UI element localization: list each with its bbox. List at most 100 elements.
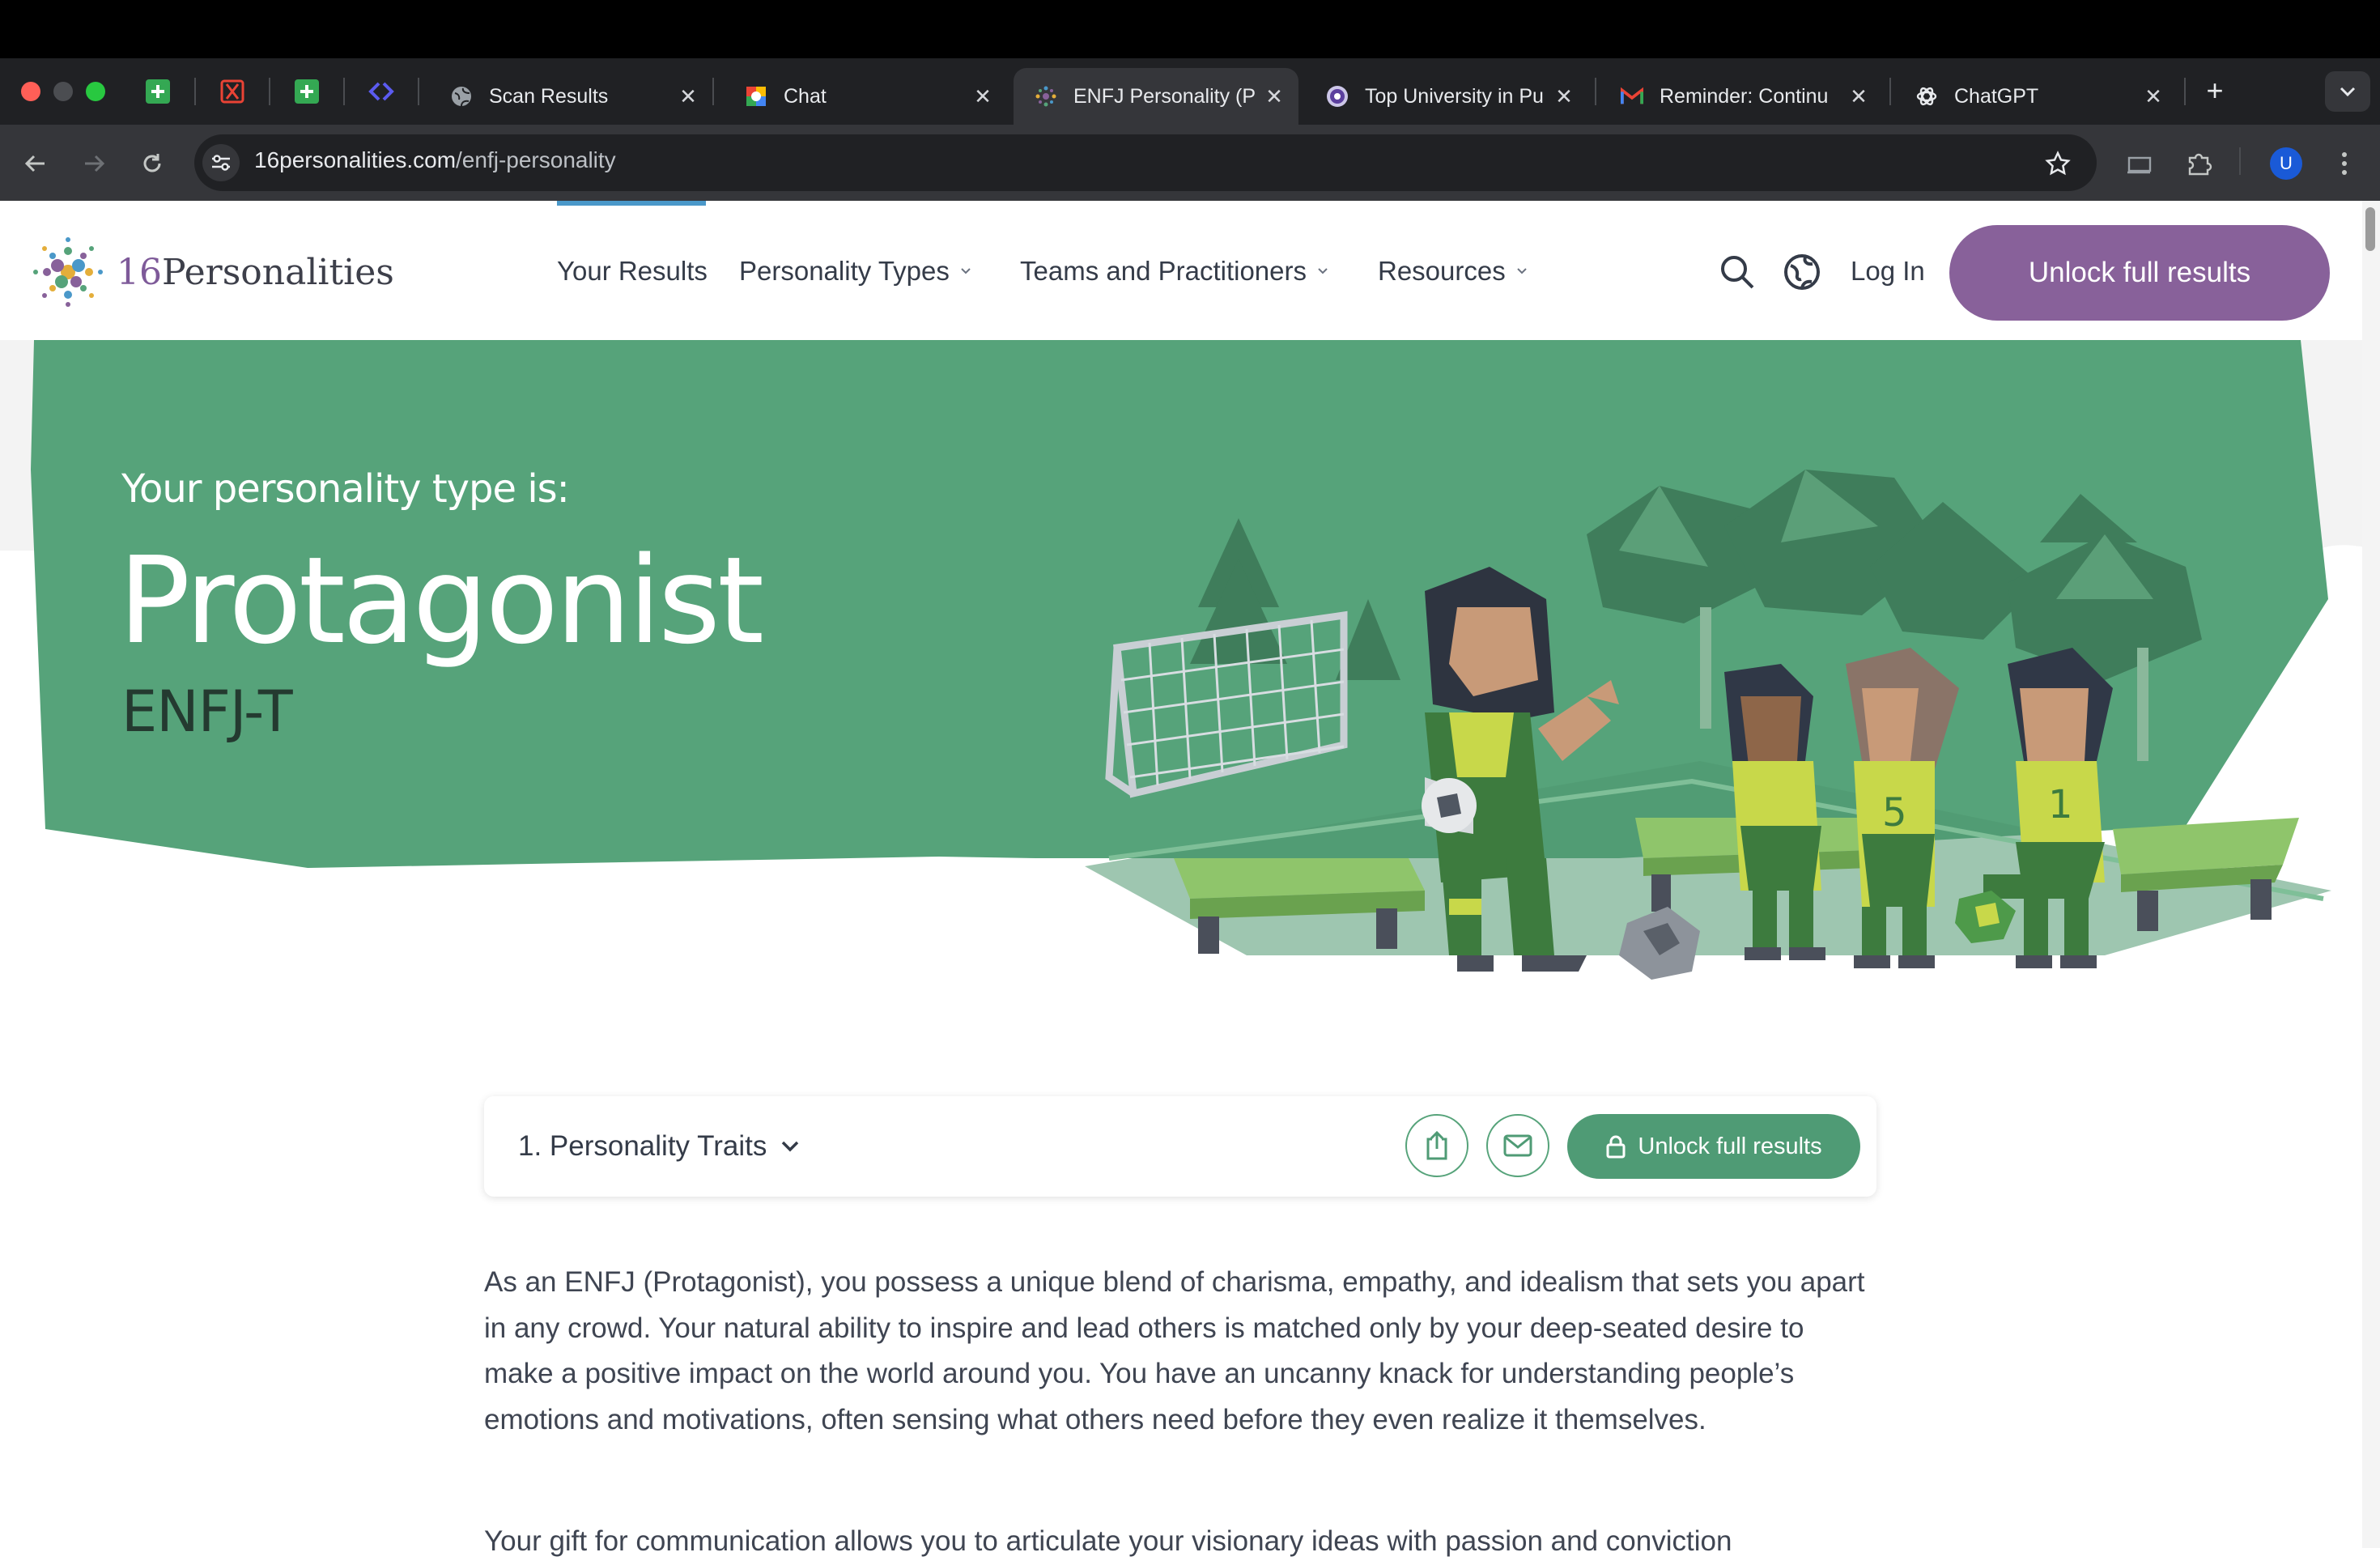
mac-menubar xyxy=(0,0,2380,58)
share-icon xyxy=(1426,1130,1447,1160)
bracket-logo-icon xyxy=(220,79,244,104)
pinned-tab-tool[interactable] xyxy=(215,74,249,108)
chevron-down-icon xyxy=(1517,268,1527,274)
tab-title: Top University in Pu xyxy=(1365,84,1544,108)
tab-title: Reminder: Continu xyxy=(1660,84,1829,108)
scrollbar-track[interactable] xyxy=(2362,201,2380,1548)
tune-icon xyxy=(212,155,230,171)
hero-title: Protagonist xyxy=(118,531,764,670)
new-tab-button[interactable]: + xyxy=(2195,71,2234,110)
tab-gmail-reminder[interactable]: Reminder: Continu ✕ xyxy=(1600,68,1883,125)
scrollbar-thumb[interactable] xyxy=(2365,207,2375,251)
url-path: /enfj-personality xyxy=(456,147,616,172)
email-button[interactable] xyxy=(1486,1114,1549,1177)
tab-chat[interactable]: Chat ✕ xyxy=(724,68,1007,125)
chatgpt-icon xyxy=(1916,87,1937,106)
tab-separator xyxy=(194,78,196,105)
language-button[interactable] xyxy=(1781,251,1823,293)
chevron-down-icon xyxy=(2340,87,2356,97)
tab-separator xyxy=(269,78,270,105)
tab-title: ChatGPT xyxy=(1954,84,2039,108)
star-icon xyxy=(2045,151,2071,176)
16p-icon xyxy=(1035,86,1056,107)
nav-label: Your Results xyxy=(557,256,708,286)
nav-personality-types[interactable]: Personality Types xyxy=(739,256,972,287)
tab-chatgpt[interactable]: ChatGPT ✕ xyxy=(1894,68,2178,125)
16p-logo-icon xyxy=(33,237,103,307)
reload-button[interactable] xyxy=(133,144,172,183)
pinned-tab-code[interactable] xyxy=(364,74,398,108)
close-tab-icon[interactable]: ✕ xyxy=(1548,84,1580,109)
site-logo[interactable]: 16Personalities xyxy=(31,235,394,309)
close-window-button[interactable] xyxy=(21,82,40,101)
tab-separator xyxy=(712,78,714,105)
extensions-button[interactable] xyxy=(2179,144,2218,183)
active-nav-indicator xyxy=(557,201,706,206)
reload-icon xyxy=(143,154,161,172)
forward-button[interactable] xyxy=(74,144,113,183)
url-domain: 16personalities.com xyxy=(254,147,457,172)
tab-enfj-personality[interactable]: ENFJ Personality (P ✕ xyxy=(1014,68,1298,125)
maximize-window-button[interactable] xyxy=(86,82,105,101)
share-button[interactable] xyxy=(1405,1114,1468,1177)
sheets-icon xyxy=(295,79,319,104)
close-tab-icon[interactable]: ✕ xyxy=(967,84,999,109)
login-link[interactable]: Log In xyxy=(1851,256,1925,287)
close-tab-icon[interactable]: ✕ xyxy=(672,84,704,109)
chevron-down-icon xyxy=(782,1141,799,1152)
tab-top-university[interactable]: Top University in Pu ✕ xyxy=(1305,68,1588,125)
pinned-tab-sheets-2[interactable] xyxy=(290,74,324,108)
cast-button[interactable] xyxy=(2119,144,2158,183)
section-title: 1. Personality Traits xyxy=(518,1130,767,1162)
tab-search-button[interactable] xyxy=(2325,71,2370,112)
unlock-full-results-section-button[interactable]: Unlock full results xyxy=(1567,1114,1860,1179)
code-brackets-icon xyxy=(368,82,394,101)
close-tab-icon[interactable]: ✕ xyxy=(1258,84,1290,109)
globe-icon xyxy=(1784,254,1820,290)
back-button[interactable] xyxy=(16,144,55,183)
logo-number: 16 xyxy=(117,251,162,293)
search-icon xyxy=(1721,256,1754,289)
nav-label: Resources xyxy=(1378,256,1506,286)
tab-separator xyxy=(418,78,419,105)
chat-icon xyxy=(746,87,766,106)
chevron-down-icon xyxy=(1318,268,1328,274)
nav-label: Personality Types xyxy=(739,256,950,286)
cast-icon xyxy=(2127,156,2152,174)
pinned-tab-sheets[interactable] xyxy=(141,74,175,108)
close-tab-icon[interactable]: ✕ xyxy=(2137,84,2170,109)
profile-avatar[interactable]: U xyxy=(2270,147,2302,180)
nav-your-results[interactable]: Your Results xyxy=(557,256,708,287)
chevron-down-icon xyxy=(961,268,971,274)
nav-resources[interactable]: Resources xyxy=(1378,256,1528,287)
search-button[interactable] xyxy=(1716,251,1758,293)
kebab-menu-icon xyxy=(2342,152,2347,175)
sheets-icon xyxy=(146,79,170,104)
unlock-label: Unlock full results xyxy=(1638,1133,1822,1159)
close-tab-icon[interactable]: ✕ xyxy=(1842,84,1875,109)
intro-paragraph: As an ENFJ (Protagonist), you possess a … xyxy=(484,1266,1865,1435)
tab-title: Chat xyxy=(784,84,827,108)
arrow-right-icon xyxy=(85,155,105,172)
minimize-window-button[interactable] xyxy=(53,82,73,101)
puzzle-icon xyxy=(2188,153,2212,176)
tab-scan-results[interactable]: Scan Results ✕ xyxy=(429,68,712,125)
logo-wordmark: 16Personalities xyxy=(117,252,394,293)
section-dropdown[interactable]: 1. Personality Traits xyxy=(518,1130,801,1163)
tab-separator xyxy=(2184,78,2186,105)
url-text: 16personalities.com/enfj-personality xyxy=(254,147,616,173)
mail-icon xyxy=(1503,1134,1532,1157)
arrow-left-icon xyxy=(24,155,45,172)
nav-label: Teams and Practitioners xyxy=(1020,256,1307,286)
jersey-number-5: 5 xyxy=(1882,790,1907,836)
jersey-number-1: 1 xyxy=(2048,782,2073,827)
nav-teams-practitioners[interactable]: Teams and Practitioners xyxy=(1020,256,1329,287)
tab-separator xyxy=(1595,78,1596,105)
bookmark-star-button[interactable] xyxy=(2038,144,2077,183)
site-info-button[interactable] xyxy=(202,144,240,181)
logo-word: Personalities xyxy=(162,251,394,293)
tab-separator xyxy=(1889,78,1891,105)
browser-menu-button[interactable] xyxy=(2325,144,2364,183)
unlock-full-results-button[interactable]: Unlock full results xyxy=(1949,225,2330,321)
personality-type-code: ENFJ-T xyxy=(121,678,293,745)
